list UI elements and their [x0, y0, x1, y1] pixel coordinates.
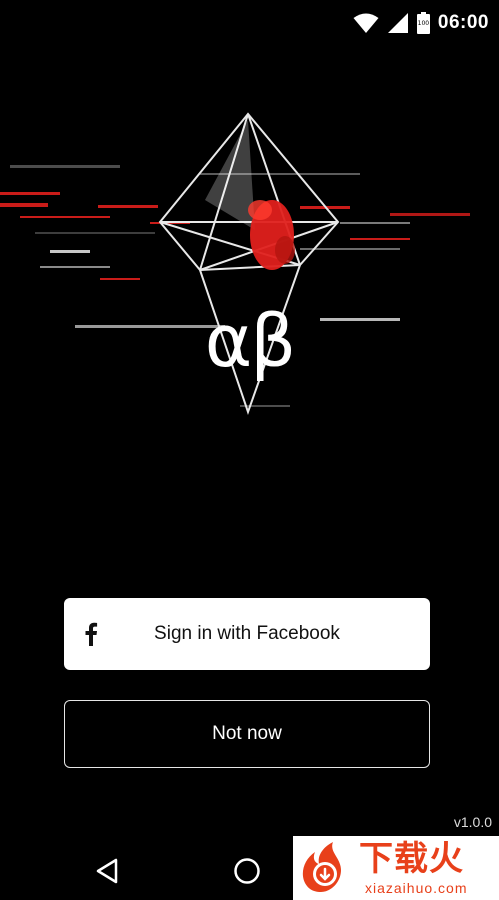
facebook-icon — [85, 622, 98, 646]
back-icon — [96, 858, 118, 884]
status-icons: 100 06:00 — [353, 9, 489, 37]
app-version: v1.0.0 — [453, 814, 492, 830]
not-now-button[interactable]: Not now — [64, 700, 430, 768]
status-bar: 100 06:00 — [0, 0, 499, 46]
facebook-signin-label: Sign in with Facebook — [154, 623, 340, 644]
watermark: 下载火 xiazaihuo.com — [293, 836, 499, 900]
cell-signal-icon — [387, 13, 408, 33]
home-button[interactable] — [230, 854, 264, 888]
back-button[interactable] — [90, 854, 124, 888]
red-cluster — [248, 200, 295, 270]
watermark-logo-icon — [302, 842, 341, 892]
watermark-title: 下载火 — [359, 839, 464, 879]
battery-level: 100 — [417, 20, 430, 27]
home-icon — [234, 858, 260, 884]
status-time: 06:00 — [437, 12, 489, 33]
battery-icon: 100 — [416, 12, 430, 34]
not-now-label: Not now — [212, 723, 282, 744]
wifi-icon — [353, 13, 379, 33]
facebook-signin-button[interactable]: Sign in with Facebook — [64, 598, 430, 670]
hero-artwork: αβ — [0, 100, 499, 430]
app-logo: αβ — [204, 299, 296, 383]
watermark-url: xiazaihuo.com — [365, 880, 468, 896]
